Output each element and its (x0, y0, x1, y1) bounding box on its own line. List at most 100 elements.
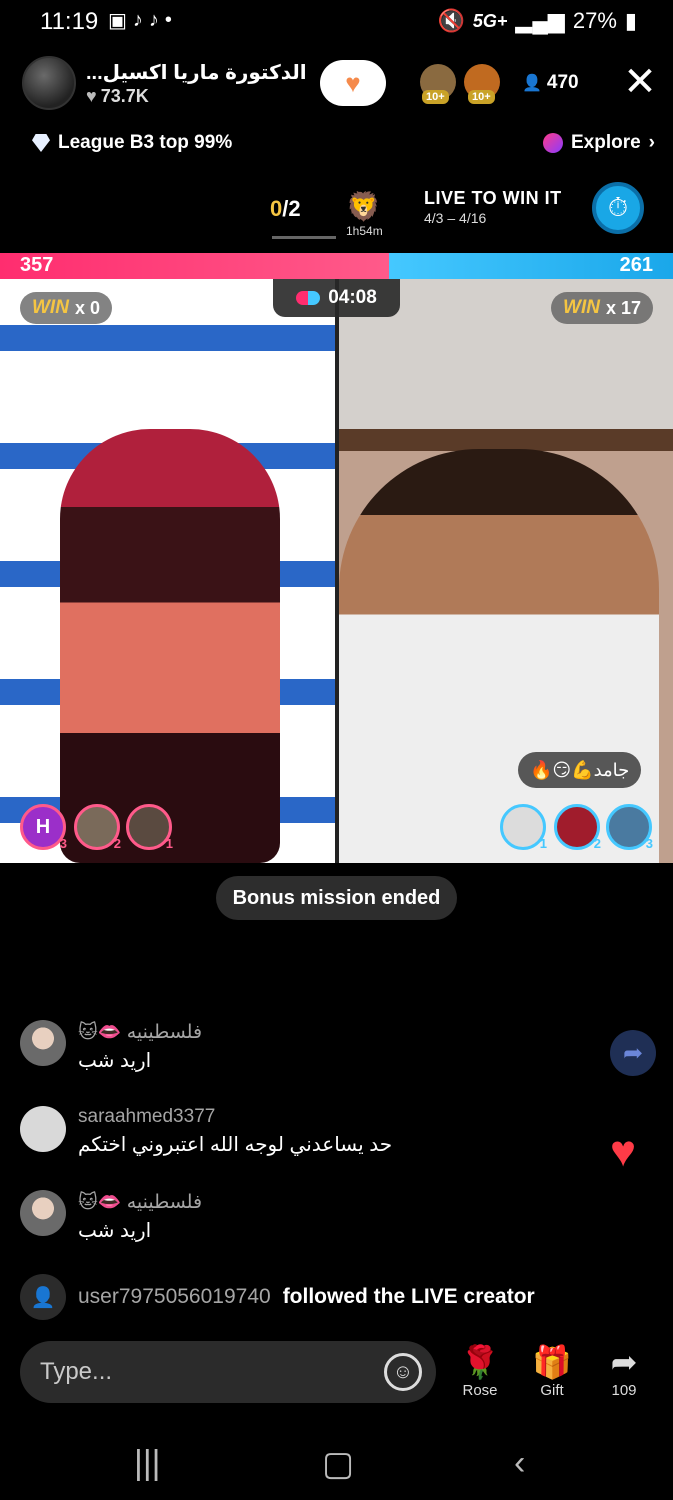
gifter-rank: 1 (539, 836, 547, 851)
chevron-right-icon: › (648, 132, 655, 153)
chat-username[interactable]: 🐱👄 فلسطينيه (78, 1020, 202, 1044)
viewer-count-value: 470 (546, 72, 579, 93)
viewer-badge-1: 10+ (422, 90, 449, 104)
comment-input[interactable] (40, 1358, 340, 1386)
follow-button[interactable]: ♥ (320, 60, 386, 106)
opponent-comment-bubble: جامد💪😏🔥 (518, 752, 642, 788)
network-type: 5G+ (472, 10, 508, 31)
status-right: 🔇 5G+ ▂▄▆ 27% ▮ (437, 8, 637, 34)
heart-icon: ♥ (86, 86, 97, 106)
follow-event-user[interactable]: user7975056019740 (78, 1285, 271, 1309)
host-name[interactable]: الدكتورة ماريا اكسيل... (86, 60, 310, 85)
mission-time-left: 1h54m (346, 224, 383, 238)
viewer-count[interactable]: 👤 470 (522, 72, 579, 94)
follow-event-text: followed the LIVE creator (282, 1285, 535, 1308)
chat-badges: 🐱👄 (78, 1022, 122, 1043)
progress-done: 0 (270, 196, 283, 221)
likes-count: 73.7K (100, 86, 149, 106)
win-count-right: x 17 (605, 297, 641, 318)
back-button[interactable]: ‹ (514, 1444, 525, 1483)
rose-icon: 🌹 (460, 1344, 500, 1380)
battle-timer-value: 04:08 (328, 287, 377, 308)
gifter-rank: 2 (113, 836, 121, 851)
explore-label: Explore (570, 132, 641, 153)
viewer-badge-2: 10+ (468, 90, 495, 104)
gallery-icon: ▣ (108, 10, 127, 32)
bonus-mission-toast: Bonus mission ended (216, 876, 457, 920)
rose-button[interactable]: 🌹 Rose (450, 1342, 510, 1399)
league-label: League B3 top 99% (58, 132, 233, 153)
battle-score-bar (0, 253, 673, 279)
chat-item[interactable]: saraahmed3377 حد يساعدني لوجه الله اعتبر… (20, 1106, 620, 1157)
chat-message: اريد شب (78, 1220, 152, 1242)
win-streak-right: WIN x 17 (551, 292, 653, 324)
league-rank[interactable]: League B3 top 99% (32, 132, 232, 154)
tiktok-icon: ♪ (132, 9, 143, 31)
lion-gift-icon: 🦁 (346, 191, 381, 222)
rose-label: Rose (462, 1382, 498, 1399)
chat-user-name: فلسطينيه (126, 1022, 203, 1043)
top-gifter-left-3[interactable]: 1 (126, 804, 173, 851)
status-time: 11:19 (40, 8, 99, 35)
share-arrow-icon: ➦ (610, 1344, 638, 1380)
win-count-left: x 0 (74, 297, 100, 318)
gift-button[interactable]: 🎁 Gift (522, 1342, 582, 1399)
share-count: 109 (611, 1382, 637, 1399)
top-gifter-left-1[interactable]: H 3 (20, 804, 67, 851)
mission-progress[interactable]: 0/2 (270, 196, 301, 222)
mute-icon: 🔇 (437, 8, 465, 33)
gifter-rank: 3 (59, 836, 67, 851)
progress-underline (272, 236, 336, 239)
top-gifter-right-3[interactable]: 3 (606, 804, 653, 851)
person-icon: 👤 (522, 75, 542, 92)
battle-icon (296, 291, 321, 305)
gifter-rank: 1 (165, 836, 173, 851)
recent-apps-button[interactable]: ||| (134, 1444, 161, 1483)
emoji-icon[interactable]: ☺ (384, 1353, 422, 1391)
user-check-icon: 👤 (20, 1274, 66, 1320)
live-to-win-title[interactable]: LIVE TO WIN IT (424, 188, 562, 209)
top-gifter-left-2[interactable]: 2 (74, 804, 121, 851)
explore-button[interactable]: Explore › (542, 132, 655, 154)
comment-input-box[interactable]: ☺ (20, 1341, 436, 1403)
chat-message: اريد شب (78, 1050, 152, 1072)
status-notification-icons: ▣ ♪ ♪ • (108, 8, 172, 33)
share-button[interactable]: ➦ 109 (594, 1342, 654, 1399)
host-figure (60, 429, 280, 863)
chat-message: حد يساعدني لوجه الله اعتبروني اختكم (78, 1134, 393, 1156)
heart-plus-icon: ♥ (345, 67, 361, 98)
chat-avatar[interactable] (20, 1106, 66, 1152)
battery-icon: ▮ (624, 8, 637, 33)
win-label-right: WIN (563, 297, 600, 318)
host-likes: ♥ 73.7K (86, 86, 149, 107)
chat-avatar[interactable] (20, 1020, 66, 1066)
chat-avatar[interactable] (20, 1190, 66, 1236)
gifter-rank: 3 (645, 836, 653, 851)
close-button[interactable]: ✕ (620, 62, 660, 102)
chat-item[interactable]: 🐱👄 فلسطينيه اريد شب (20, 1190, 620, 1243)
video-left-host[interactable] (0, 279, 335, 863)
chat-username[interactable]: saraahmed3377 (78, 1106, 392, 1128)
score-right: 261 (619, 254, 653, 276)
signal-icon: ▂▄▆ (515, 8, 565, 33)
battle-timer: 04:08 (273, 279, 400, 317)
chat-username[interactable]: 🐱👄 فلسطينيه (78, 1190, 202, 1214)
chat-item[interactable]: 🐱👄 فلسطينيه اريد شب (20, 1020, 620, 1073)
win-streak-left: WIN x 0 (20, 292, 112, 324)
chat-badges: 🐱👄 (78, 1192, 122, 1213)
gifter-rank: 2 (593, 836, 601, 851)
dot-icon: • (164, 9, 172, 31)
gift-icon: 🎁 (532, 1344, 572, 1380)
share-icon[interactable]: ➦ (610, 1030, 656, 1076)
host-avatar[interactable] (22, 56, 76, 110)
tiktok-icon: ♪ (148, 9, 159, 31)
top-gifter-right-1[interactable]: 1 (500, 804, 547, 851)
like-heart-icon[interactable]: ♥ (610, 1130, 636, 1174)
explore-icon (542, 133, 563, 153)
top-gifter-right-2[interactable]: 2 (554, 804, 601, 851)
live-to-win-dates: 4/3 – 4/16 (424, 210, 487, 226)
stopwatch-icon[interactable]: ⏱ (592, 182, 644, 234)
gifter-initial: H (35, 815, 51, 838)
win-label-left: WIN (32, 297, 69, 318)
home-button[interactable]: ▢ (322, 1444, 354, 1484)
